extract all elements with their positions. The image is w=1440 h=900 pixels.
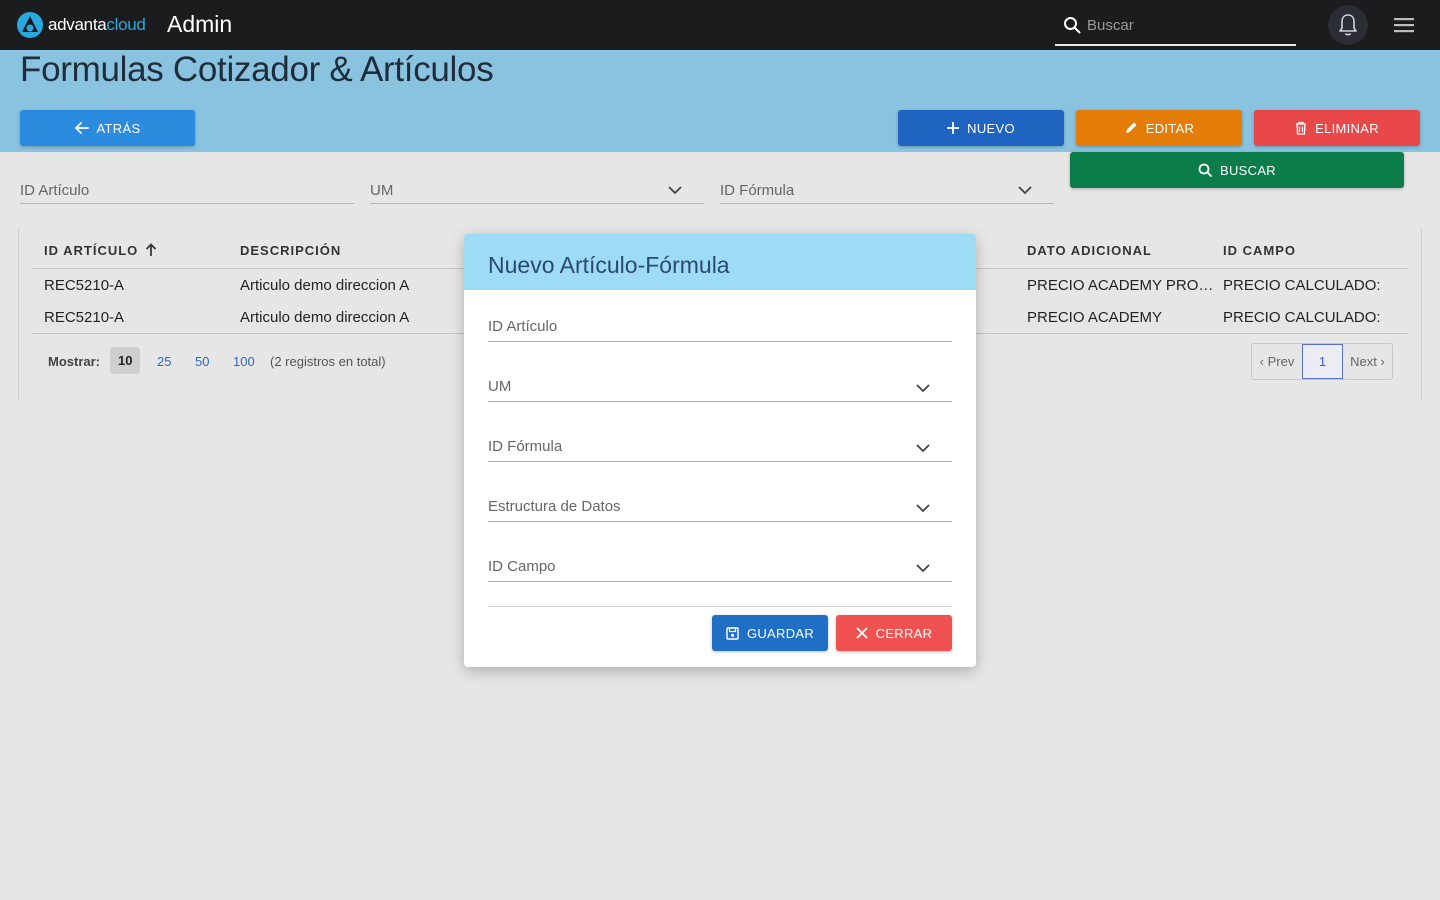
- um-select[interactable]: UM: [488, 372, 952, 402]
- floppy-disk-icon: [726, 626, 739, 640]
- um-select-label: UM: [488, 378, 512, 395]
- id-articulo-field[interactable]: ID Artículo: [488, 312, 952, 342]
- dialog-title: Nuevo Artículo-Fórmula: [488, 252, 730, 278]
- id-formula-select[interactable]: ID Fórmula: [488, 432, 952, 462]
- id-articulo-field-label: ID Artículo: [488, 318, 558, 335]
- chevron-down-icon: [916, 384, 930, 393]
- chevron-down-icon: [916, 564, 930, 573]
- id-campo-select-label: ID Campo: [488, 558, 556, 575]
- save-button[interactable]: GUARDAR: [712, 615, 828, 651]
- estructura-datos-select[interactable]: Estructura de Datos: [488, 492, 952, 522]
- estructura-datos-select-label: Estructura de Datos: [488, 498, 621, 515]
- close-button-label: CERRAR: [875, 625, 933, 641]
- dialog-footer-divider: [488, 606, 952, 607]
- close-icon: [856, 627, 868, 639]
- close-button[interactable]: CERRAR: [836, 615, 952, 651]
- id-formula-select-label: ID Fórmula: [488, 438, 563, 455]
- chevron-down-icon: [916, 504, 930, 513]
- dialog-header: Nuevo Artículo-Fórmula: [464, 234, 976, 290]
- id-campo-select[interactable]: ID Campo: [488, 552, 952, 582]
- chevron-down-icon: [916, 444, 930, 453]
- new-article-formula-dialog: Nuevo Artículo-Fórmula ID Artículo UM ID…: [464, 234, 976, 667]
- save-button-label: GUARDAR: [746, 625, 815, 641]
